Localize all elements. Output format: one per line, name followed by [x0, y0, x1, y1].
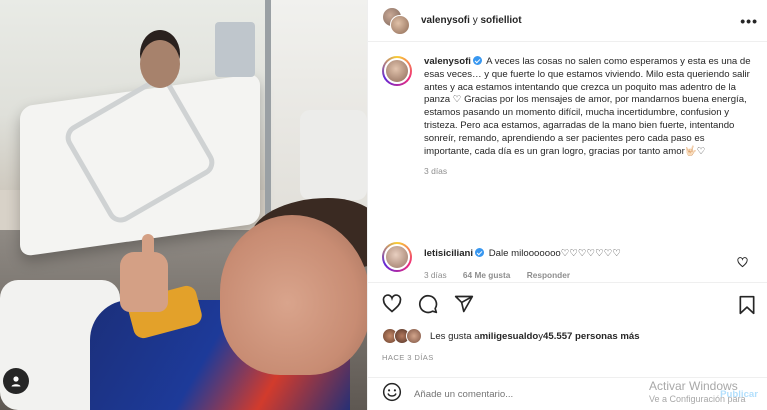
likes-prefix: Les gusta a	[430, 330, 480, 342]
likes-summary: Les gusta a miligesualdo y 45.557 person…	[382, 328, 640, 344]
photo-chair	[300, 110, 367, 200]
bookmark-icon	[739, 295, 755, 315]
like-button[interactable]	[382, 293, 402, 314]
heart-outline-icon	[382, 293, 402, 313]
comment-body: letisiciliani Dale milooooooo♡♡♡♡♡♡♡ 3 d…	[424, 247, 724, 282]
paper-plane-icon	[454, 295, 474, 312]
comment-meta: 3 días 64 Me gusta Responder	[424, 269, 724, 282]
comment-button[interactable]	[418, 294, 438, 314]
avatar	[390, 14, 410, 35]
liker-avatars[interactable]	[382, 328, 424, 344]
comment-item: letisiciliani Dale milooooooo♡♡♡♡♡♡♡ 3 d…	[382, 242, 758, 282]
collab-avatars[interactable]	[382, 6, 410, 35]
author-link-1[interactable]: valenysofi	[421, 15, 470, 26]
comment-likes[interactable]: 64 Me gusta	[463, 270, 511, 280]
post-photo[interactable]	[0, 0, 367, 410]
photo-thumbs-up	[120, 234, 168, 312]
photo-selfie-face	[220, 215, 367, 375]
photo-woman-in-bed	[140, 40, 180, 88]
emoji-button[interactable]	[382, 382, 402, 407]
caption-body: valenysofi A veces las cosas no salen co…	[424, 56, 754, 178]
liker-username[interactable]: miligesualdo	[480, 331, 539, 342]
caption-time[interactable]: 3 días	[424, 165, 754, 178]
comment-like-button[interactable]	[737, 255, 748, 273]
watermark-subtitle: Ve a Configuración para	[649, 394, 746, 404]
windows-activation-watermark: Activar Windows Ve a Configuración para	[649, 380, 746, 406]
post-authors: valenysofi y sofielliot	[421, 15, 522, 26]
post-header: valenysofi y sofielliot •••	[368, 0, 767, 42]
authors-connector: y	[469, 15, 481, 26]
post-actions	[368, 282, 767, 324]
share-button[interactable]	[454, 294, 474, 314]
comment-input[interactable]	[414, 388, 614, 400]
tagged-users-button[interactable]	[3, 368, 29, 394]
avatar	[406, 328, 422, 344]
author-link-2[interactable]: sofielliot	[480, 15, 521, 26]
verified-badge-icon	[475, 248, 485, 257]
comment-username[interactable]: letisiciliani	[424, 248, 473, 259]
save-button[interactable]	[738, 295, 756, 320]
heart-outline-icon	[737, 257, 748, 268]
post-caption: valenysofi A veces las cosas no salen co…	[382, 56, 758, 178]
comment-reply-button[interactable]: Responder	[527, 270, 570, 280]
post-date[interactable]: HACE 3 DÍAS	[382, 353, 434, 362]
caption-username[interactable]: valenysofi	[424, 56, 471, 67]
smiley-icon	[382, 382, 402, 401]
more-options-button[interactable]: •••	[740, 13, 758, 29]
comment-bubble-icon	[418, 294, 438, 313]
more-horizontal-icon: •••	[740, 13, 758, 29]
comment-avatar[interactable]	[382, 242, 412, 272]
user-tag-icon	[11, 376, 21, 387]
verified-badge-icon	[472, 56, 482, 65]
caption-avatar[interactable]	[382, 56, 412, 86]
watermark-title: Activar Windows	[649, 379, 738, 393]
likes-count[interactable]: 45.557 personas más	[543, 331, 640, 342]
photo-iv-monitor	[215, 22, 255, 77]
comment-text: Dale milooooooo♡♡♡♡♡♡♡	[488, 248, 621, 259]
post-panel: valenysofi y sofielliot ••• valenysofi A…	[367, 0, 767, 410]
caption-text: A veces las cosas no salen como esperamo…	[424, 56, 751, 157]
comment-time[interactable]: 3 días	[424, 270, 447, 280]
